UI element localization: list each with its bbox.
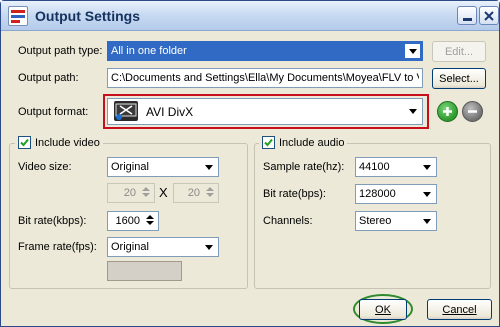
output-path-type-select[interactable]: All in one folder [107, 41, 423, 61]
edit-button[interactable]: Edit... [432, 41, 486, 62]
sample-rate-label: Sample rate(hz): [263, 161, 345, 173]
spinner-arrows-icon[interactable] [140, 185, 152, 201]
include-audio-header[interactable]: Include audio [259, 136, 348, 149]
output-format-label: Output format: [18, 106, 89, 118]
cancel-button[interactable]: Cancel [427, 299, 492, 320]
output-path-value: C:\Documents and Settings\Ella\My Docume… [111, 72, 419, 84]
include-video-checkbox[interactable] [18, 136, 31, 149]
include-audio-label: Include audio [279, 136, 345, 149]
sample-rate-value: 44100 [359, 161, 390, 173]
chevron-down-icon[interactable] [419, 214, 434, 228]
channels-label: Channels: [263, 215, 313, 227]
chevron-down-icon[interactable] [201, 240, 216, 254]
include-audio-checkbox[interactable] [262, 136, 275, 149]
video-bitrate-value: 1600 [115, 215, 140, 227]
window-title: Output Settings [35, 8, 140, 24]
video-size-label: Video size: [18, 161, 72, 173]
select-button[interactable]: Select... [432, 68, 486, 89]
output-format-value: AVI DivX [146, 105, 194, 119]
video-width-spinner[interactable]: 20 [107, 183, 155, 203]
audio-bitrate-label: Bit rate(bps): [263, 188, 326, 200]
video-height-spinner[interactable]: 20 [173, 183, 219, 203]
output-path-type-value: All in one folder [111, 45, 187, 57]
frame-rate-value: Original [111, 241, 149, 253]
spinner-arrows-icon[interactable] [144, 213, 156, 229]
audio-bitrate-select[interactable]: 128000 [355, 184, 437, 204]
video-size-select[interactable]: Original [107, 157, 219, 177]
output-path-label: Output path: [18, 72, 79, 84]
video-bitrate-label: Bit rate(kbps): [18, 215, 87, 227]
chevron-down-icon[interactable] [419, 187, 434, 201]
ok-button[interactable]: OK [359, 299, 407, 320]
frame-rate-label: Frame rate(fps): [18, 241, 97, 253]
output-settings-dialog: Output Settings Output path type: All in… [0, 0, 500, 327]
video-width-value: 20 [123, 187, 136, 199]
minimize-icon[interactable] [457, 6, 477, 25]
channels-value: Stereo [359, 215, 392, 227]
channels-select[interactable]: Stereo [355, 211, 437, 231]
video-size-value: Original [111, 161, 149, 173]
chevron-down-icon[interactable] [201, 160, 216, 174]
minus-icon[interactable] [462, 101, 483, 122]
output-path-type-label: Output path type: [18, 45, 103, 57]
sample-rate-select[interactable]: 44100 [355, 157, 437, 177]
chevron-down-icon[interactable] [419, 160, 434, 174]
audio-bitrate-value: 128000 [359, 188, 396, 200]
chevron-down-icon[interactable] [405, 44, 420, 58]
close-icon[interactable] [479, 6, 499, 25]
output-format-select[interactable]: AVI DivX [107, 98, 423, 125]
title-bar[interactable]: Output Settings [1, 1, 499, 31]
divx-format-icon [114, 101, 138, 121]
include-video-label: Include video [35, 136, 100, 149]
output-path-field[interactable]: C:\Documents and Settings\Ella\My Docume… [107, 68, 423, 88]
spinner-arrows-icon[interactable] [204, 185, 216, 201]
video-height-value: 20 [187, 187, 200, 199]
size-separator: X [159, 185, 168, 200]
frame-rate-select[interactable]: Original [107, 237, 219, 257]
video-bitrate-spinner[interactable]: 1600 [107, 211, 159, 231]
plus-icon[interactable] [437, 101, 458, 122]
chevron-down-icon[interactable] [405, 104, 420, 118]
custom-frame-rate-field[interactable] [107, 261, 182, 281]
include-video-header[interactable]: Include video [15, 136, 103, 149]
app-icon [8, 6, 28, 26]
